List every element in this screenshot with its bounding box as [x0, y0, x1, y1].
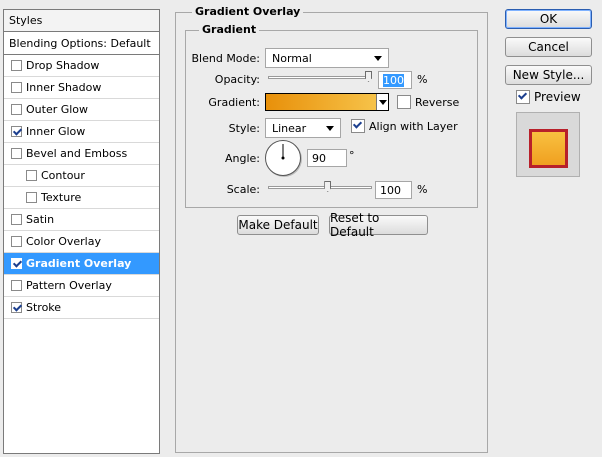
opacity-unit: %: [417, 73, 428, 86]
inner-glow-checkbox[interactable]: [11, 126, 22, 137]
opacity-value: 100: [383, 74, 404, 87]
make-default-button[interactable]: Make Default: [237, 215, 319, 235]
reverse-label: Reverse: [415, 95, 460, 109]
angle-unit: °: [349, 149, 355, 162]
style-item-gradient-overlay[interactable]: Gradient Overlay: [4, 253, 159, 275]
angle-indicator-icon: [281, 144, 285, 160]
style-item-outer-glow[interactable]: Outer Glow: [4, 99, 159, 121]
style-item-stroke[interactable]: Stroke: [4, 297, 159, 319]
pattern-overlay-checkbox[interactable]: [11, 280, 22, 291]
ok-button[interactable]: OK: [505, 9, 592, 29]
style-item-label: Satin: [26, 213, 55, 226]
style-item-label: Color Overlay: [26, 235, 101, 248]
style-item-inner-shadow[interactable]: Inner Shadow: [4, 77, 159, 99]
section-title: Gradient Overlay: [192, 5, 304, 18]
preview-checkbox[interactable]: [516, 90, 530, 104]
reset-to-default-button[interactable]: Reset to Default: [329, 211, 428, 239]
texture-checkbox[interactable]: [26, 192, 37, 203]
align-with-layer-label: Align with Layer: [369, 119, 458, 133]
cancel-button[interactable]: Cancel: [505, 37, 592, 57]
blending-options-item[interactable]: Blending Options: Default: [4, 32, 159, 55]
blend-mode-label: Blend Mode:: [191, 52, 261, 65]
bevel-emboss-checkbox[interactable]: [11, 148, 22, 159]
style-item-label: Outer Glow: [26, 103, 89, 116]
chevron-down-icon: [374, 55, 382, 61]
outer-glow-checkbox[interactable]: [11, 104, 22, 115]
scale-input[interactable]: 100: [375, 181, 412, 199]
reverse-option[interactable]: Reverse: [397, 95, 459, 109]
style-item-texture[interactable]: Texture: [4, 187, 159, 209]
style-item-bevel-emboss[interactable]: Bevel and Emboss: [4, 143, 159, 165]
opacity-slider-track[interactable]: [268, 76, 372, 79]
preview-option[interactable]: Preview: [516, 90, 581, 104]
contour-checkbox[interactable]: [26, 170, 37, 181]
opacity-input[interactable]: 100: [378, 71, 412, 89]
angle-input[interactable]: 90: [307, 149, 347, 167]
blend-mode-select[interactable]: Normal: [265, 48, 389, 68]
drop-shadow-checkbox[interactable]: [11, 60, 22, 71]
inner-shadow-checkbox[interactable]: [11, 82, 22, 93]
style-item-label: Pattern Overlay: [26, 279, 112, 292]
blend-mode-value: Normal: [272, 51, 312, 65]
style-item-color-overlay[interactable]: Color Overlay: [4, 231, 159, 253]
align-with-layer-option[interactable]: Align with Layer: [351, 119, 458, 133]
preview-label: Preview: [534, 90, 581, 104]
scale-unit: %: [417, 183, 428, 196]
group-title: Gradient: [199, 23, 260, 36]
style-item-satin[interactable]: Satin: [4, 209, 159, 231]
style-item-label: Inner Glow: [26, 125, 86, 138]
gradient-overlay-checkbox[interactable]: [11, 258, 22, 269]
chevron-down-icon: [326, 125, 334, 131]
satin-checkbox[interactable]: [11, 214, 22, 225]
angle-value: 90: [312, 152, 326, 165]
scale-value: 100: [380, 184, 401, 197]
scale-label: Scale:: [226, 183, 260, 196]
align-with-layer-checkbox[interactable]: [351, 119, 365, 133]
style-item-inner-glow[interactable]: Inner Glow: [4, 121, 159, 143]
style-item-label: Stroke: [26, 301, 62, 314]
preview-swatch: [529, 129, 568, 168]
style-item-pattern-overlay[interactable]: Pattern Overlay: [4, 275, 159, 297]
chevron-down-icon: [378, 99, 387, 105]
style-item-label: Contour: [41, 169, 85, 182]
angle-dial[interactable]: [265, 140, 301, 176]
styles-list: Styles Blending Options: Default Drop Sh…: [3, 9, 160, 454]
stroke-checkbox[interactable]: [11, 302, 22, 313]
style-value: Linear: [272, 121, 307, 135]
color-overlay-checkbox[interactable]: [11, 236, 22, 247]
reverse-checkbox[interactable]: [397, 95, 411, 109]
style-item-label: Gradient Overlay: [26, 257, 132, 270]
styles-header: Styles: [4, 10, 159, 32]
style-preview: [516, 112, 580, 177]
gradient-label: Gradient:: [208, 96, 260, 109]
style-item-label: Bevel and Emboss: [26, 147, 128, 160]
style-select[interactable]: Linear: [265, 118, 341, 138]
style-item-drop-shadow[interactable]: Drop Shadow: [4, 55, 159, 77]
style-item-label: Texture: [41, 191, 82, 204]
style-item-label: Inner Shadow: [26, 81, 102, 94]
gradient-picker[interactable]: [265, 93, 389, 111]
style-label: Style:: [228, 122, 260, 135]
style-item-contour[interactable]: Contour: [4, 165, 159, 187]
angle-label: Angle:: [224, 152, 260, 165]
style-item-label: Drop Shadow: [26, 59, 100, 72]
scale-slider-track[interactable]: [268, 186, 372, 189]
new-style-button[interactable]: New Style...: [505, 65, 592, 85]
gradient-dropdown-button[interactable]: [376, 94, 388, 110]
opacity-label: Opacity:: [214, 73, 260, 86]
